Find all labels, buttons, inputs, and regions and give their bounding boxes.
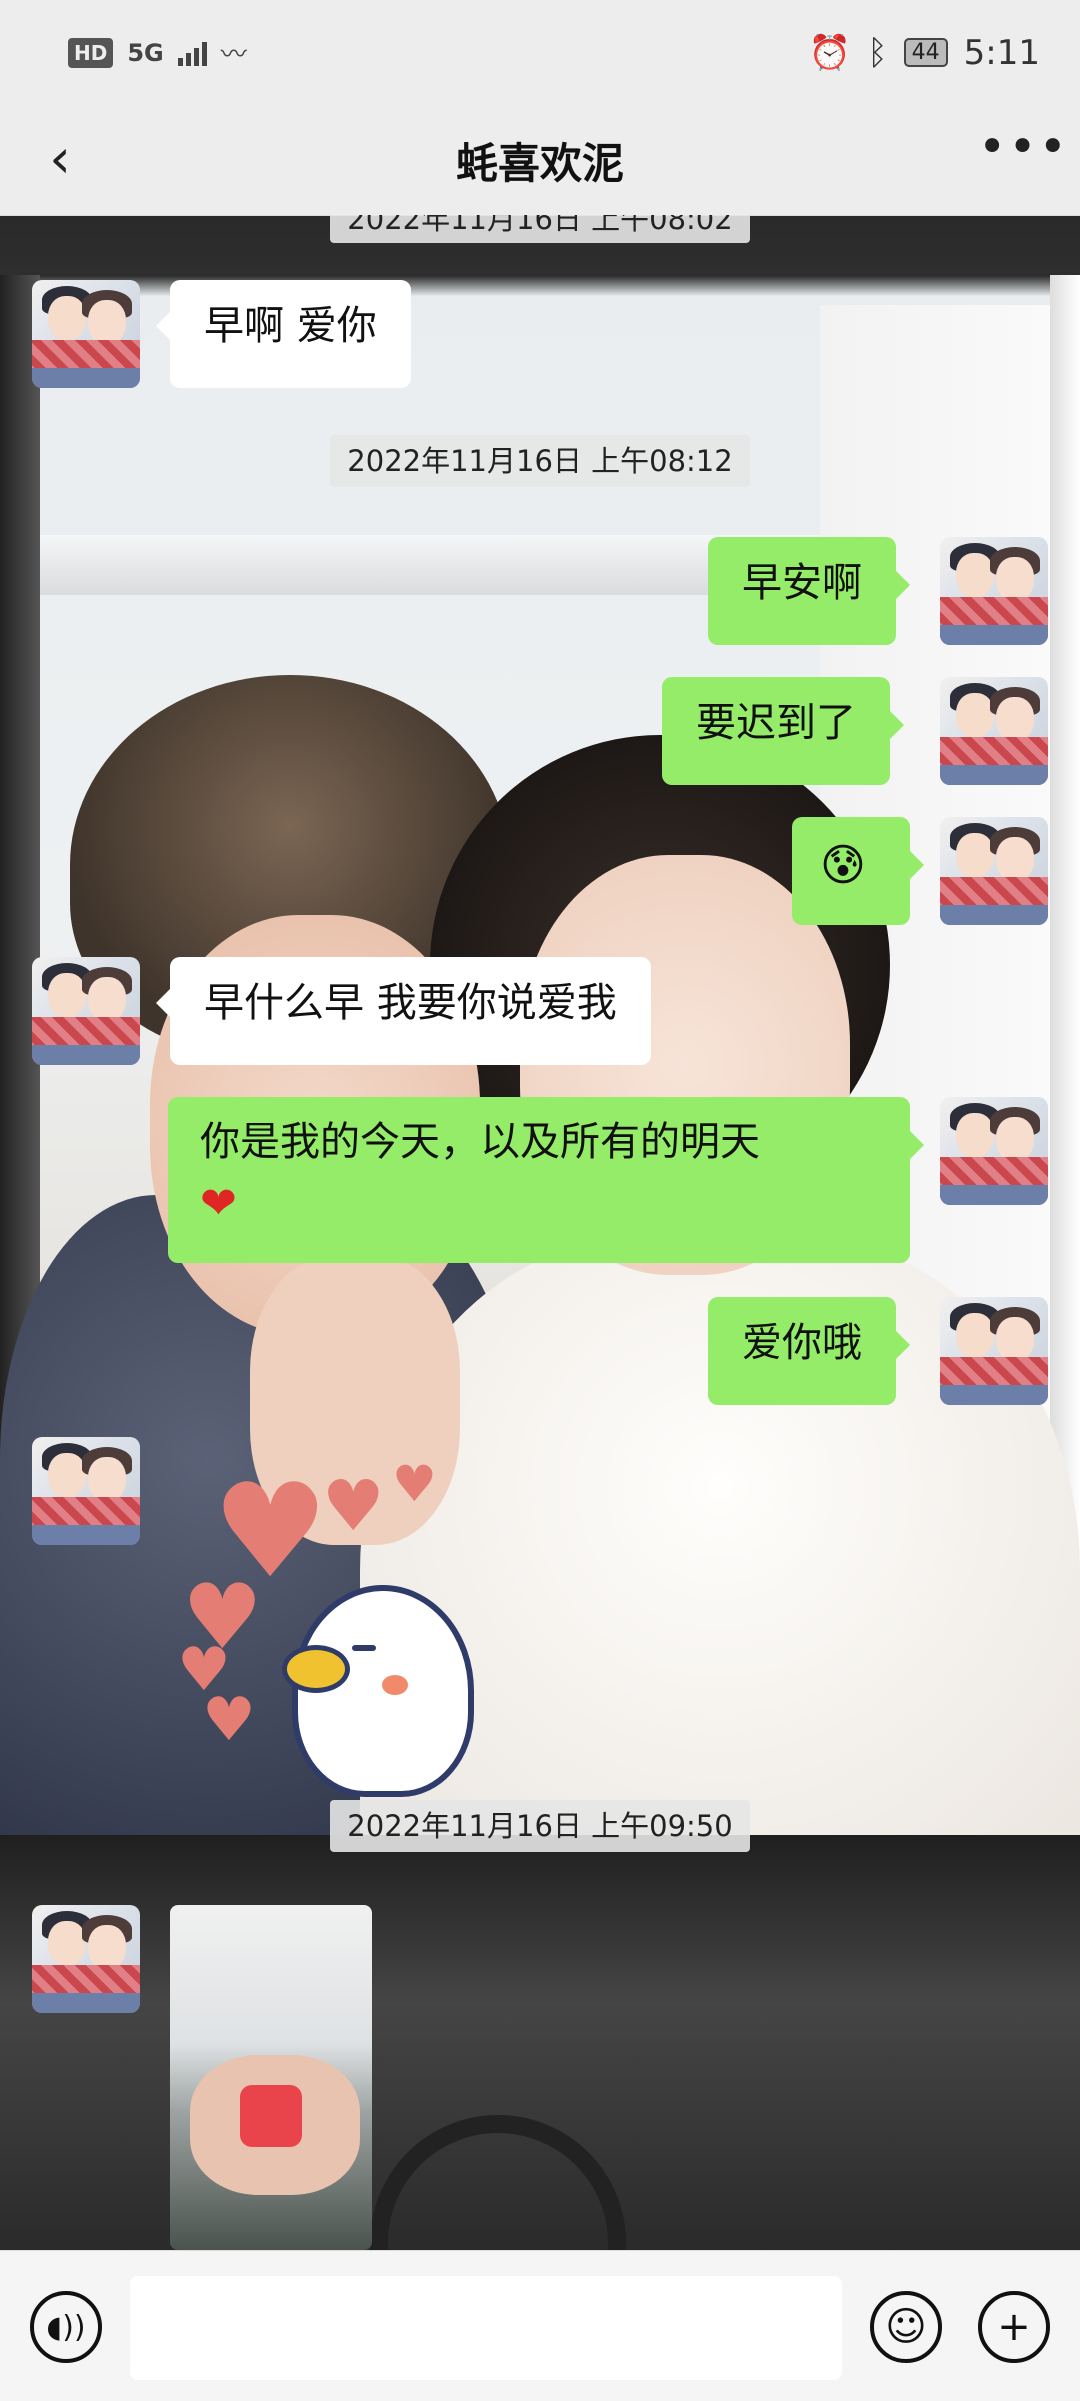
chat-title: 蚝喜欢泥 (455, 138, 624, 188)
my-avatar[interactable] (940, 1297, 1048, 1405)
my-avatar[interactable] (940, 537, 1048, 645)
input-bar: ◖)) ☺ + (0, 2250, 1080, 2401)
signal-bars-icon (177, 40, 207, 66)
contact-avatar[interactable] (32, 280, 140, 388)
message-bubble-incoming[interactable]: 早啊 爱你 (156, 280, 411, 388)
network-type: 5G (127, 38, 164, 67)
crying-face-icon: 😰 (820, 840, 866, 891)
back-chevron-icon[interactable]: ‹ (28, 127, 92, 191)
hd-icon: HD (68, 37, 114, 68)
vibrate-icon: 〰 (220, 40, 247, 70)
message-bubble-outgoing[interactable]: 你是我的今天，以及所有的明天 ❤ (168, 1097, 924, 1263)
chat-header: ‹ 蚝喜欢泥 ••• (0, 105, 1080, 216)
plus-icon[interactable]: + (978, 2291, 1050, 2363)
contact-avatar[interactable] (32, 1437, 140, 1545)
message-text: 你是我的今天，以及所有的明天 (200, 1119, 760, 1165)
contact-avatar[interactable] (32, 957, 140, 1065)
more-dots-icon[interactable]: ••• (978, 123, 1067, 191)
clock-time: 5:11 (963, 32, 1040, 73)
timestamp: 2022年11月16日 上午09:50 (330, 1800, 750, 1852)
message-bubble-outgoing[interactable]: 早安啊 (708, 537, 910, 645)
voice-icon[interactable]: ◖)) (30, 2291, 102, 2363)
my-avatar[interactable] (940, 1097, 1048, 1205)
image-message[interactable] (170, 1905, 372, 2250)
message-bubble-incoming[interactable]: 早什么早 我要你说爱我 (156, 957, 651, 1065)
emoji-icon[interactable]: ☺ (870, 2291, 942, 2363)
battery-indicator: 44 (903, 38, 948, 67)
message-bubble-outgoing[interactable]: 爱你哦 (708, 1297, 910, 1405)
love-duck-sticker[interactable]: ♥ ♥ ♥ ♥ ♥ ♥ (172, 1445, 492, 1797)
chat-messages[interactable]: 2022年11月16日 上午08:02 早啊 爱你 2022年11月16日 上午… (0, 215, 1080, 2250)
timestamp: 2022年11月16日 上午08:12 (330, 435, 750, 487)
heart-icon: ❤ (200, 1178, 237, 1229)
timestamp: 2022年11月16日 上午08:02 (330, 215, 750, 243)
my-avatar[interactable] (940, 677, 1048, 785)
my-avatar[interactable] (940, 817, 1048, 925)
alarm-icon: ⏰ (808, 32, 852, 73)
status-bar: HD 5G 〰 ⏰ ᛒ 44 5:11 (0, 0, 1080, 105)
message-bubble-outgoing-emoji[interactable]: 😰 (792, 817, 924, 925)
message-input[interactable] (130, 2276, 842, 2380)
contact-avatar[interactable] (32, 1905, 140, 2013)
message-bubble-outgoing[interactable]: 要迟到了 (662, 677, 904, 785)
bluetooth-icon: ᛒ (867, 32, 888, 73)
